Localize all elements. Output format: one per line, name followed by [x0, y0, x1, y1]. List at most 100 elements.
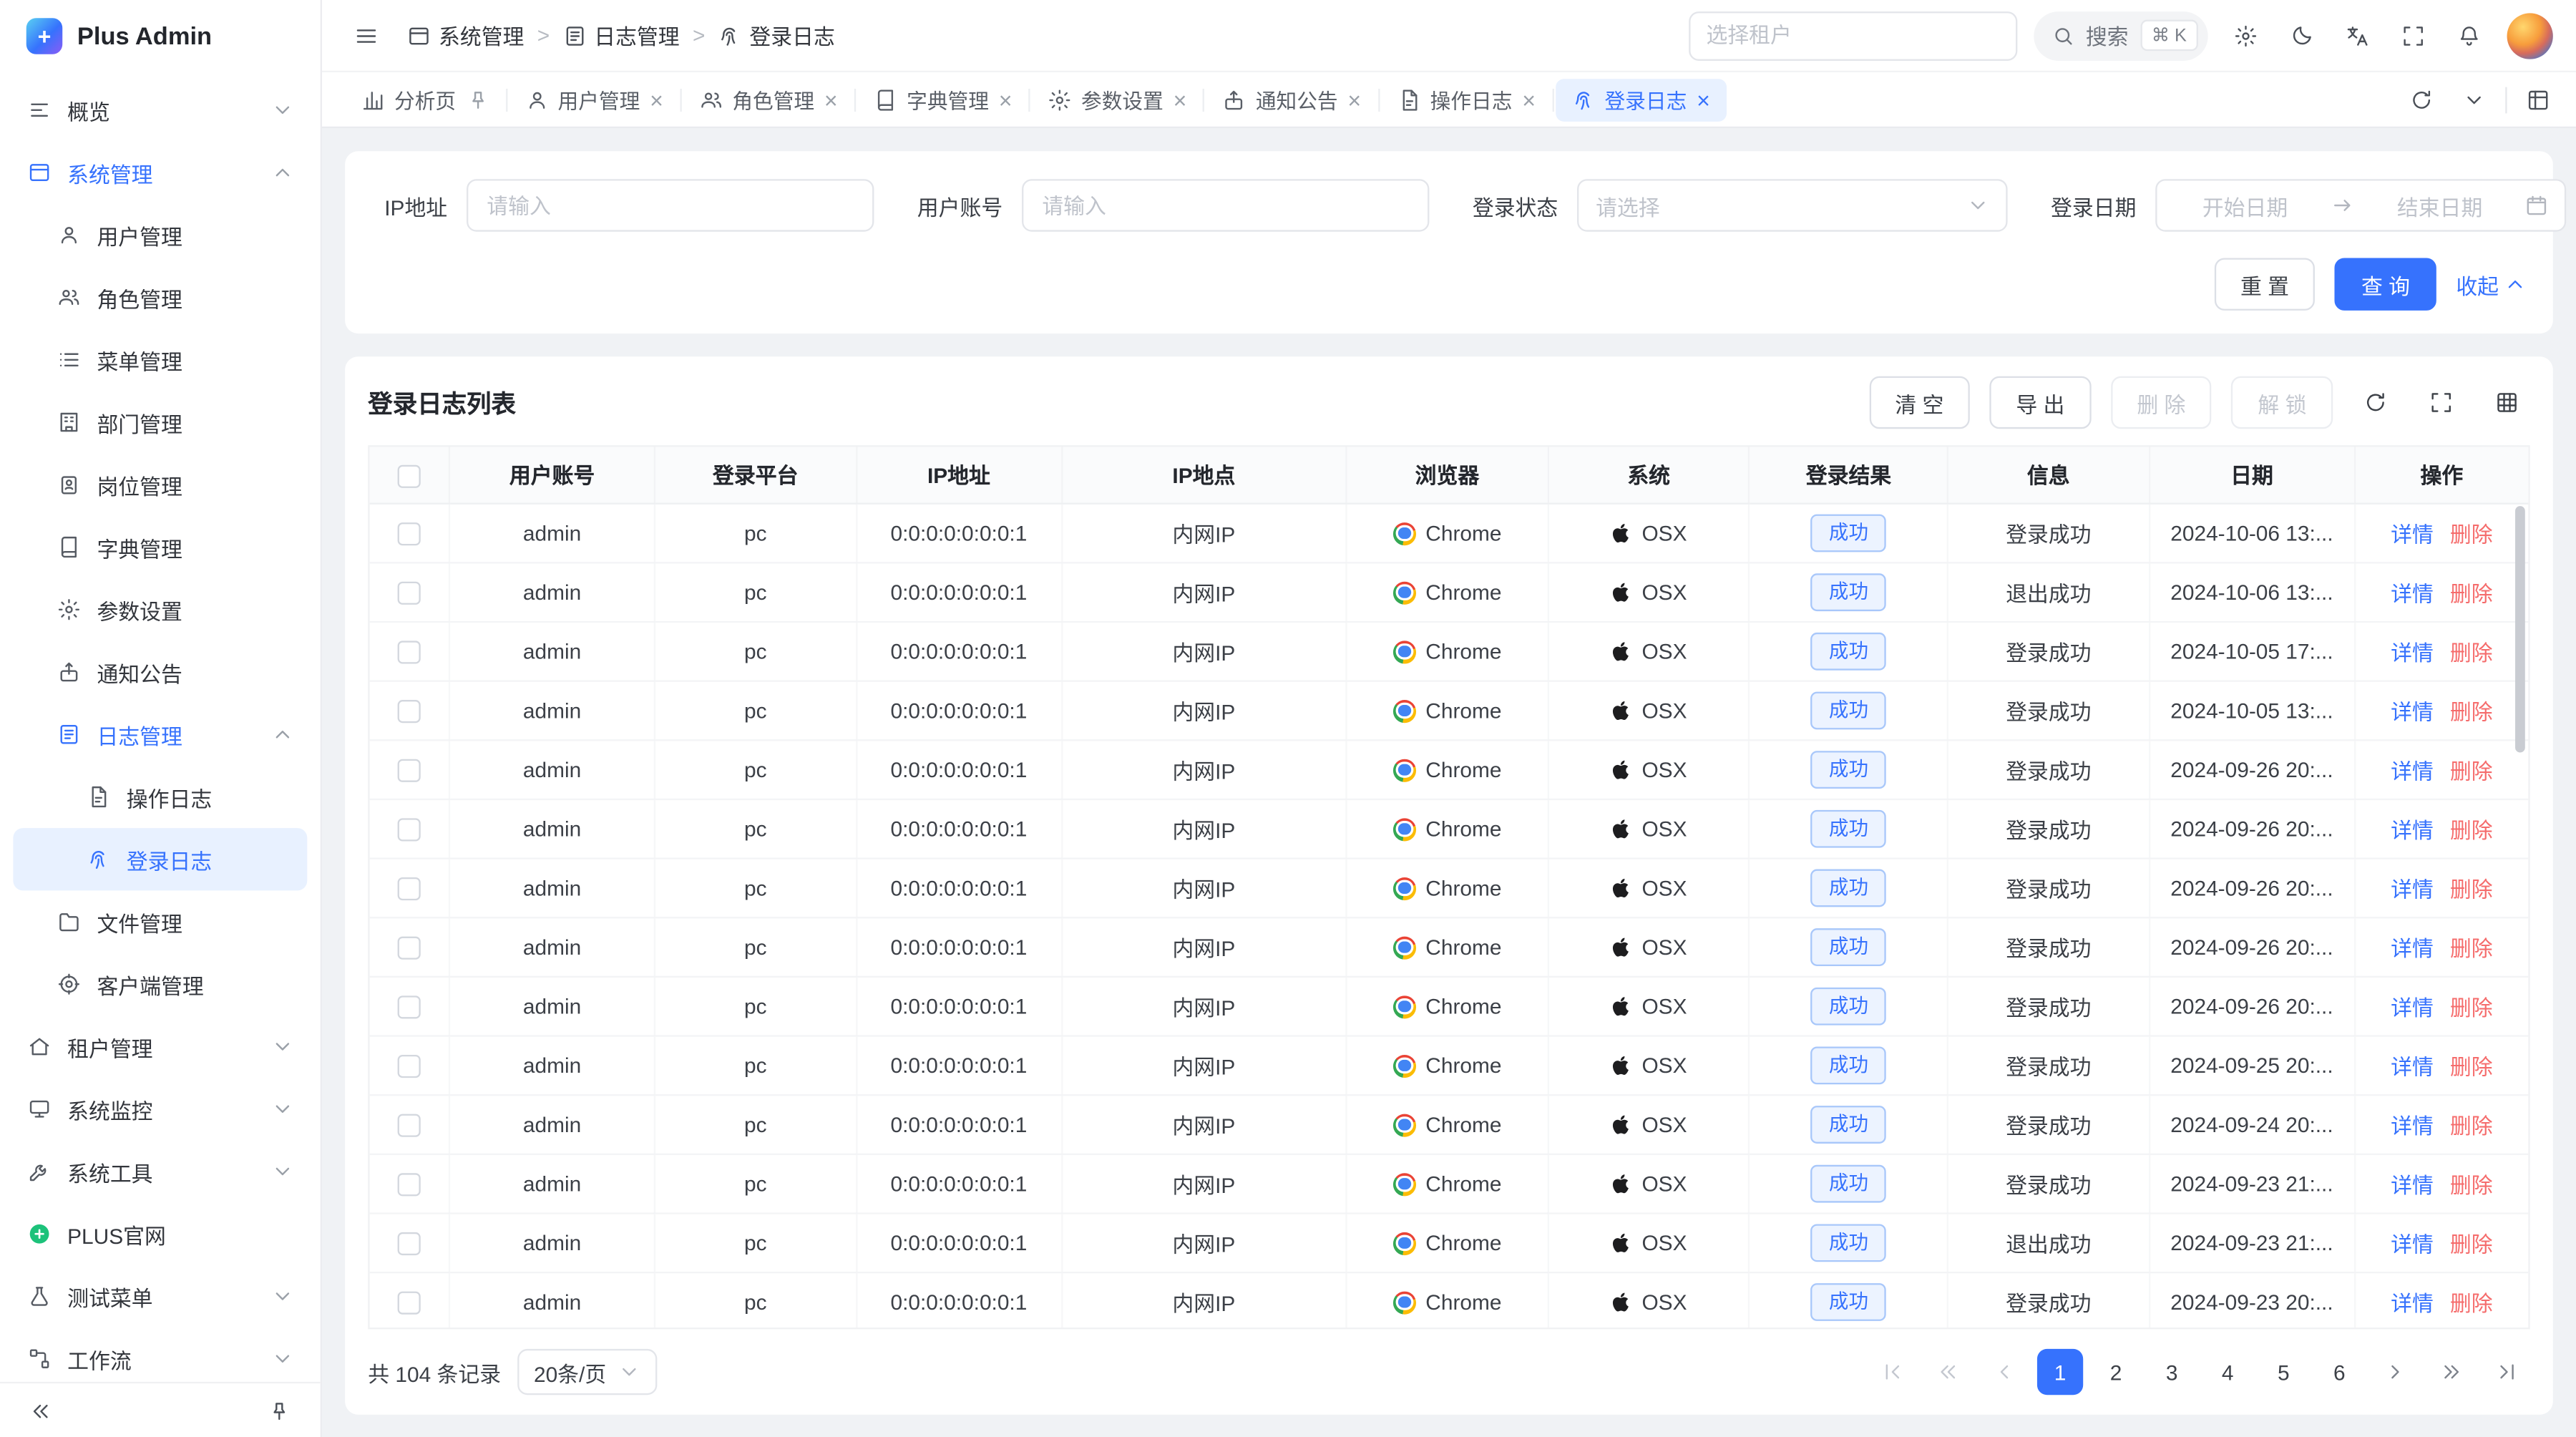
- reset-button[interactable]: 重 置: [2214, 258, 2315, 310]
- sidebar-item-op-log[interactable]: 操作日志: [13, 766, 307, 828]
- sidebar-item-system-mgmt[interactable]: 系统管理: [13, 141, 307, 203]
- collapse-filter-link[interactable]: 收起: [2456, 268, 2527, 300]
- delete-link[interactable]: 删除: [2450, 635, 2493, 666]
- last-page-button[interactable]: [2484, 1349, 2529, 1395]
- close-icon[interactable]: ×: [1347, 88, 1361, 111]
- tenant-select-input[interactable]: [1706, 23, 1999, 47]
- sidebar-collapse-button[interactable]: [20, 1389, 63, 1432]
- sidebar-item-tenant-mgmt[interactable]: 租户管理: [13, 1015, 307, 1078]
- account-input[interactable]: [1023, 179, 1430, 231]
- detail-link[interactable]: 详情: [2391, 931, 2434, 963]
- detail-link[interactable]: 详情: [2391, 694, 2434, 726]
- page-size-select[interactable]: 20条/页: [517, 1349, 657, 1395]
- row-checkbox[interactable]: [398, 759, 421, 781]
- close-icon[interactable]: ×: [1522, 88, 1536, 111]
- delete-link[interactable]: 删除: [2450, 1227, 2493, 1258]
- row-checkbox[interactable]: [398, 1291, 421, 1314]
- tab-login-log[interactable]: 登录日志×: [1556, 78, 1727, 121]
- prev-page-button[interactable]: [1981, 1349, 2027, 1395]
- delete-link[interactable]: 删除: [2450, 576, 2493, 608]
- row-checkbox[interactable]: [398, 936, 421, 959]
- global-search-button[interactable]: 搜索 ⌘ K: [2033, 11, 2207, 60]
- close-icon[interactable]: ×: [1697, 88, 1710, 111]
- close-icon[interactable]: ×: [824, 88, 838, 111]
- sidebar-item-notice[interactable]: 通知公告: [13, 640, 307, 703]
- detail-link[interactable]: 详情: [2391, 576, 2434, 608]
- detail-link[interactable]: 详情: [2391, 1286, 2434, 1317]
- close-icon[interactable]: ×: [1174, 88, 1187, 111]
- detail-link[interactable]: 详情: [2391, 1049, 2434, 1081]
- delete-link[interactable]: 删除: [2450, 1049, 2493, 1081]
- row-checkbox[interactable]: [398, 995, 421, 1018]
- tab-notice[interactable]: 通知公告×: [1206, 78, 1377, 121]
- row-checkbox[interactable]: [398, 640, 421, 663]
- tab-menu-button[interactable]: [2453, 78, 2496, 121]
- detail-link[interactable]: 详情: [2391, 812, 2434, 844]
- sidebar-item-post-mgmt[interactable]: 岗位管理: [13, 454, 307, 516]
- scrollbar-thumb[interactable]: [2515, 506, 2525, 752]
- delete-link[interactable]: 删除: [2450, 1109, 2493, 1140]
- row-checkbox[interactable]: [398, 700, 421, 723]
- breadcrumb-item[interactable]: 登录日志: [718, 20, 835, 52]
- page-button-5[interactable]: 5: [2260, 1349, 2306, 1395]
- row-checkbox[interactable]: [398, 1173, 421, 1196]
- row-checkbox[interactable]: [398, 581, 421, 604]
- sidebar-item-overview[interactable]: 概览: [13, 79, 307, 141]
- sidebar-item-sys-tools[interactable]: 系统工具: [13, 1140, 307, 1202]
- row-checkbox[interactable]: [398, 522, 421, 545]
- sidebar-item-plus-site[interactable]: PLUS官网: [13, 1203, 307, 1265]
- refresh-tab-button[interactable]: [2400, 78, 2443, 121]
- page-button-2[interactable]: 2: [2093, 1349, 2139, 1395]
- fullscreen-table-button[interactable]: [2419, 379, 2464, 425]
- breadcrumb-item[interactable]: 系统管理: [407, 20, 524, 52]
- detail-link[interactable]: 详情: [2391, 990, 2434, 1021]
- delete-link[interactable]: 删除: [2450, 812, 2493, 844]
- row-checkbox[interactable]: [398, 818, 421, 841]
- sidebar-item-user-mgmt[interactable]: 用户管理: [13, 204, 307, 266]
- refresh-table-button[interactable]: [2353, 379, 2399, 425]
- delete-link[interactable]: 删除: [2450, 872, 2493, 903]
- status-select[interactable]: 请选择: [1578, 179, 2009, 231]
- settings-button[interactable]: [2225, 14, 2268, 57]
- detail-link[interactable]: 详情: [2391, 1227, 2434, 1258]
- detail-link[interactable]: 详情: [2391, 872, 2434, 903]
- detail-link[interactable]: 详情: [2391, 1109, 2434, 1140]
- delete-link[interactable]: 删除: [2450, 1167, 2493, 1199]
- forward-5-pages-button[interactable]: [2428, 1349, 2474, 1395]
- delete-link[interactable]: 删除: [2450, 754, 2493, 785]
- table-scrollbar[interactable]: [2515, 506, 2525, 1321]
- page-button-6[interactable]: 6: [2316, 1349, 2362, 1395]
- delete-link[interactable]: 删除: [2450, 1286, 2493, 1317]
- page-button-4[interactable]: 4: [2205, 1349, 2250, 1395]
- close-icon[interactable]: ×: [999, 88, 1013, 111]
- select-all-checkbox[interactable]: [398, 464, 421, 487]
- first-page-button[interactable]: [1870, 1349, 1916, 1395]
- user-avatar[interactable]: [2507, 12, 2553, 58]
- ip-input[interactable]: [467, 179, 874, 231]
- sidebar-item-log-mgmt[interactable]: 日志管理: [13, 703, 307, 766]
- detail-link[interactable]: 详情: [2391, 754, 2434, 785]
- detail-link[interactable]: 详情: [2391, 517, 2434, 548]
- delete-link[interactable]: 删除: [2450, 931, 2493, 963]
- sidebar-item-dict-mgmt[interactable]: 字典管理: [13, 516, 307, 578]
- tab-role-mgmt[interactable]: 角色管理×: [683, 78, 854, 121]
- sidebar-pin-button[interactable]: [258, 1389, 301, 1432]
- detail-link[interactable]: 详情: [2391, 635, 2434, 666]
- back-5-pages-button[interactable]: [1926, 1349, 1971, 1395]
- detail-link[interactable]: 详情: [2391, 1167, 2434, 1199]
- sidebar-item-workflow[interactable]: 工作流: [13, 1328, 307, 1382]
- tab-user-mgmt[interactable]: 用户管理×: [509, 78, 680, 121]
- export-button[interactable]: 导 出: [1990, 376, 2091, 429]
- delete-link[interactable]: 删除: [2450, 990, 2493, 1021]
- sidebar-item-dept-mgmt[interactable]: 部门管理: [13, 391, 307, 453]
- row-checkbox[interactable]: [398, 877, 421, 900]
- tab-analysis[interactable]: 分析页: [345, 78, 505, 121]
- tab-dict-mgmt[interactable]: 字典管理×: [857, 78, 1028, 121]
- column-setting-button[interactable]: [2484, 379, 2529, 425]
- notifications-button[interactable]: [2448, 14, 2491, 57]
- page-button-1[interactable]: 1: [2037, 1349, 2083, 1395]
- sidebar-item-sys-monitor[interactable]: 系统监控: [13, 1078, 307, 1140]
- tab-op-log[interactable]: 操作日志×: [1381, 78, 1552, 121]
- sidebar-item-client-mgmt[interactable]: 客户端管理: [13, 953, 307, 1015]
- pin-icon[interactable]: [466, 88, 489, 111]
